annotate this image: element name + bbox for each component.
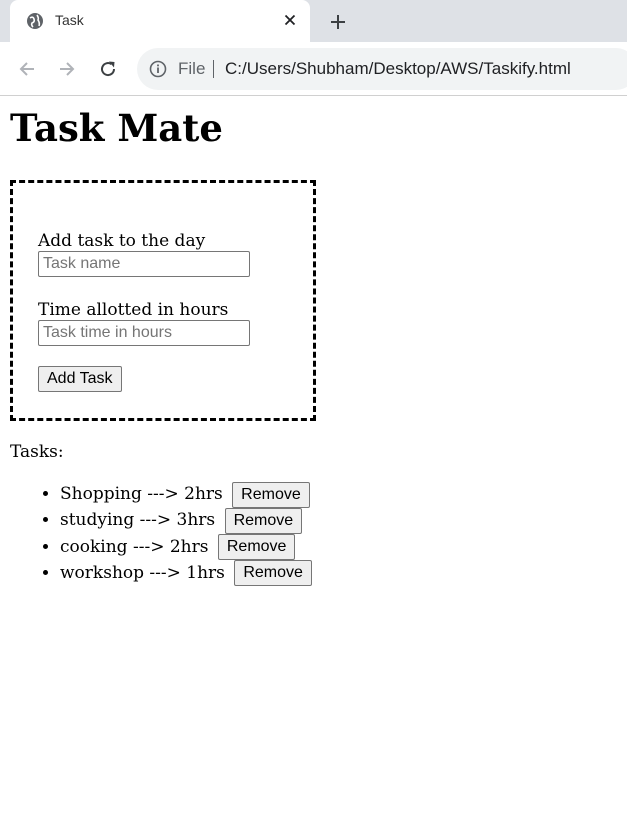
task-item-text: workshop ---> 1hrs xyxy=(60,562,225,583)
task-time-label: Time allotted in hours xyxy=(38,300,229,320)
address-url[interactable]: C:/Users/Shubham/Desktop/AWS/Taskify.htm… xyxy=(225,59,571,79)
task-list: Shopping ---> 2hrs Remove studying ---> … xyxy=(10,481,312,587)
remove-task-button[interactable]: Remove xyxy=(234,560,312,587)
remove-task-button[interactable]: Remove xyxy=(224,507,303,534)
tab-title: Task xyxy=(55,12,84,28)
remove-task-button[interactable]: Remove xyxy=(217,534,296,561)
list-item: studying ---> 3hrs Remove xyxy=(60,507,312,534)
plus-icon[interactable] xyxy=(326,10,350,34)
add-task-form: Add task to the day Time allotted in hou… xyxy=(10,180,316,421)
list-item: Shopping ---> 2hrs Remove xyxy=(60,481,312,508)
globe-icon xyxy=(26,12,44,30)
tab-strip: Task xyxy=(0,0,627,42)
task-item-text: Shopping ---> 2hrs xyxy=(60,484,223,504)
page-title: Task Mate xyxy=(10,106,223,150)
tasks-heading: Tasks: xyxy=(10,442,64,462)
browser-toolbar: File C:/Users/Shubham/Desktop/AWS/Taskif… xyxy=(0,42,627,96)
forward-arrow-icon[interactable] xyxy=(55,57,79,81)
browser-tab[interactable]: Task xyxy=(10,0,310,42)
list-item: cooking ---> 2hrs Remove xyxy=(60,534,312,561)
task-name-label: Add task to the day xyxy=(38,231,206,251)
list-item: workshop ---> 1hrs Remove xyxy=(60,560,312,587)
remove-task-button[interactable]: Remove xyxy=(232,481,310,508)
address-separator xyxy=(213,60,214,78)
task-time-input[interactable] xyxy=(38,320,250,346)
address-scheme: File xyxy=(178,59,206,78)
add-task-button[interactable]: Add Task xyxy=(38,366,122,392)
task-item-text: studying ---> 3hrs xyxy=(60,510,216,531)
back-arrow-icon[interactable] xyxy=(15,57,39,81)
info-icon[interactable] xyxy=(149,60,167,78)
task-item-text: cooking ---> 2hrs xyxy=(60,536,209,557)
task-name-input[interactable] xyxy=(38,251,250,277)
close-icon[interactable] xyxy=(282,12,298,28)
address-bar[interactable]: File C:/Users/Shubham/Desktop/AWS/Taskif… xyxy=(137,48,627,90)
reload-icon[interactable] xyxy=(96,57,120,81)
